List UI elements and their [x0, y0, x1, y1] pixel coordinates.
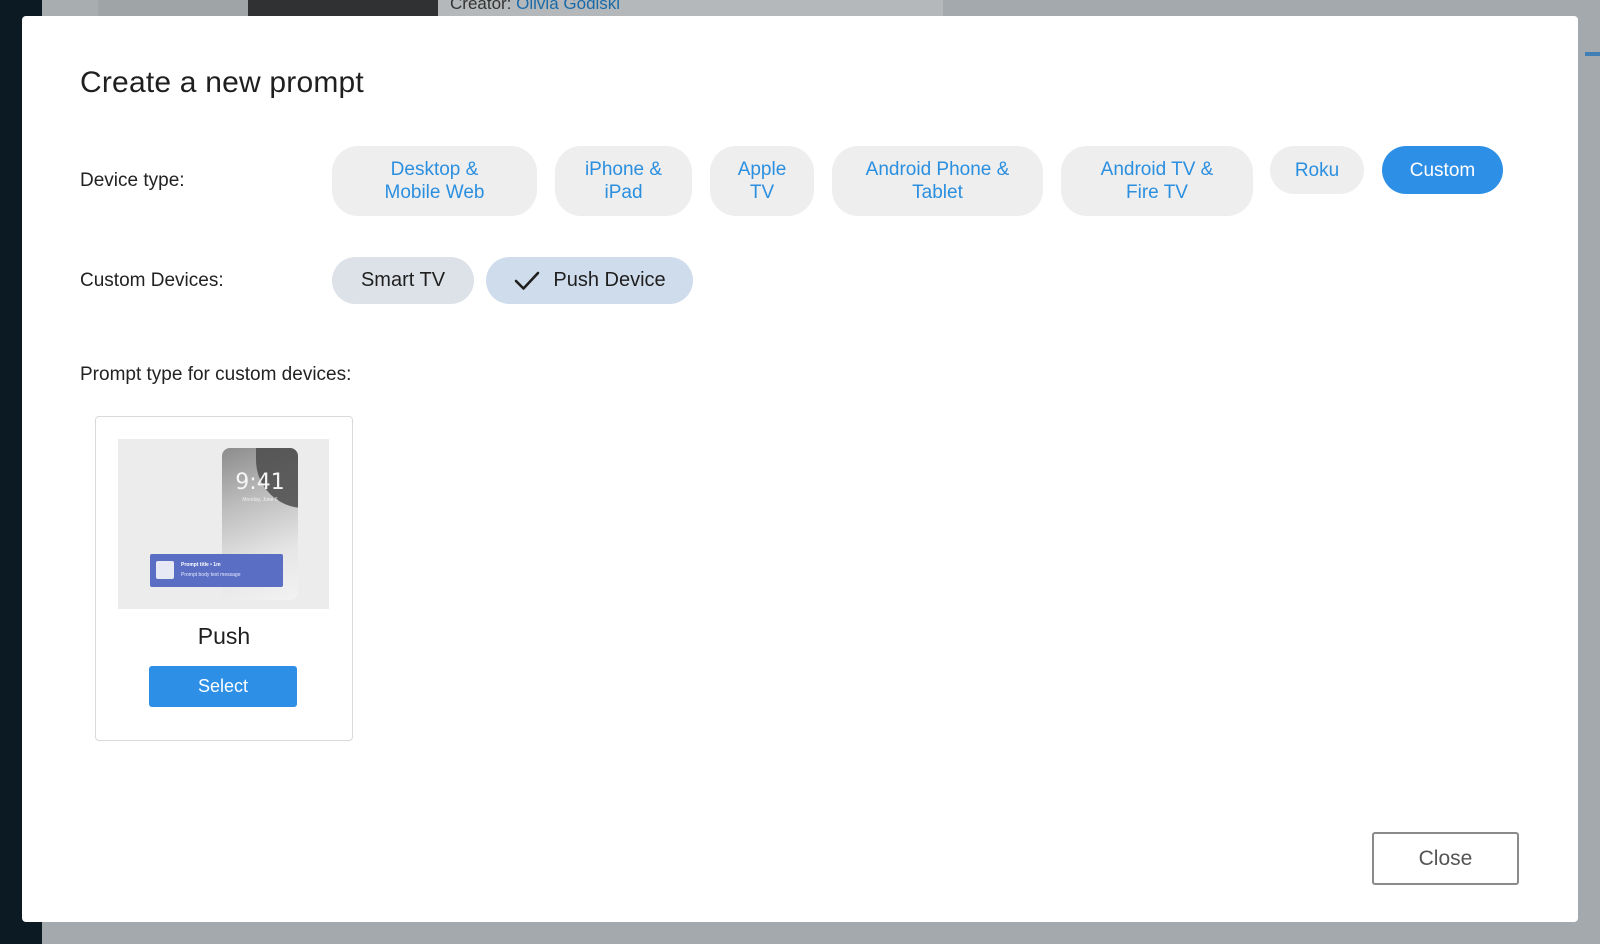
device-type-android-tv-fire-tv[interactable]: Android TV & Fire TV: [1061, 146, 1253, 216]
creator-label: Creator:: [450, 0, 512, 13]
chip-label: Push Device: [553, 269, 666, 291]
backdrop-accent: [1585, 52, 1600, 56]
pill-label: Fire TV: [1126, 182, 1188, 203]
chip-label: Smart TV: [360, 269, 446, 291]
pill-label: iPad: [604, 182, 643, 203]
phone-time: 9:41: [235, 470, 285, 495]
pill-label: iPhone &: [584, 159, 663, 180]
backdrop-creator: Creator: Olivia Godiski: [450, 0, 620, 14]
custom-device-push-device[interactable]: Push Device: [486, 257, 693, 304]
backdrop-column: [42, 0, 98, 16]
notification-body: Prompt body text message: [181, 572, 241, 578]
notification-title: Prompt title • 1m: [181, 562, 221, 568]
pill-label: TV: [749, 182, 775, 203]
device-type-apple-tv[interactable]: Apple TV: [710, 146, 814, 216]
prompt-type-name: Push: [197, 623, 251, 649]
device-type-iphone-ipad[interactable]: iPhone & iPad: [555, 146, 692, 216]
prompt-type-card-push: 9:41 Monday, June 6 Prompt title • 1m Pr…: [95, 416, 353, 741]
prompt-type-label: Prompt type for custom devices:: [80, 364, 352, 385]
select-button[interactable]: Select: [149, 666, 297, 707]
push-notification-mock: Prompt title • 1m Prompt body text messa…: [150, 554, 283, 587]
pill-label: Android TV &: [1100, 159, 1214, 180]
pill-label: Mobile Web: [384, 182, 485, 203]
pill-label: Desktop &: [390, 159, 479, 180]
custom-device-smart-tv[interactable]: Smart TV: [332, 257, 474, 304]
pill-label: Roku: [1294, 159, 1340, 181]
push-preview-image: 9:41 Monday, June 6 Prompt title • 1m Pr…: [118, 439, 329, 609]
pill-label: Tablet: [912, 182, 963, 203]
device-type-roku[interactable]: Roku: [1270, 146, 1364, 194]
app-icon: [156, 561, 174, 579]
backdrop-thumbnail: [248, 0, 438, 16]
device-type-custom[interactable]: Custom: [1382, 146, 1503, 194]
device-type-desktop-mobile-web[interactable]: Desktop & Mobile Web: [332, 146, 537, 216]
device-type-label: Device type:: [80, 170, 185, 191]
creator-link: Olivia Godiski: [516, 0, 621, 13]
custom-devices-label: Custom Devices:: [80, 270, 224, 291]
pill-label: Custom: [1409, 159, 1476, 181]
pill-label: Android Phone &: [865, 159, 1010, 180]
device-type-android-phone-tablet[interactable]: Android Phone & Tablet: [832, 146, 1043, 216]
backdrop-column: [98, 0, 248, 16]
close-button[interactable]: Close: [1372, 832, 1519, 885]
phone-date: Monday, June 6: [242, 497, 278, 503]
create-prompt-modal: Create a new prompt Device type: Desktop…: [22, 16, 1578, 922]
checkmark-icon: [515, 271, 540, 290]
modal-title: Create a new prompt: [80, 66, 364, 99]
pill-label: Apple: [737, 159, 787, 180]
